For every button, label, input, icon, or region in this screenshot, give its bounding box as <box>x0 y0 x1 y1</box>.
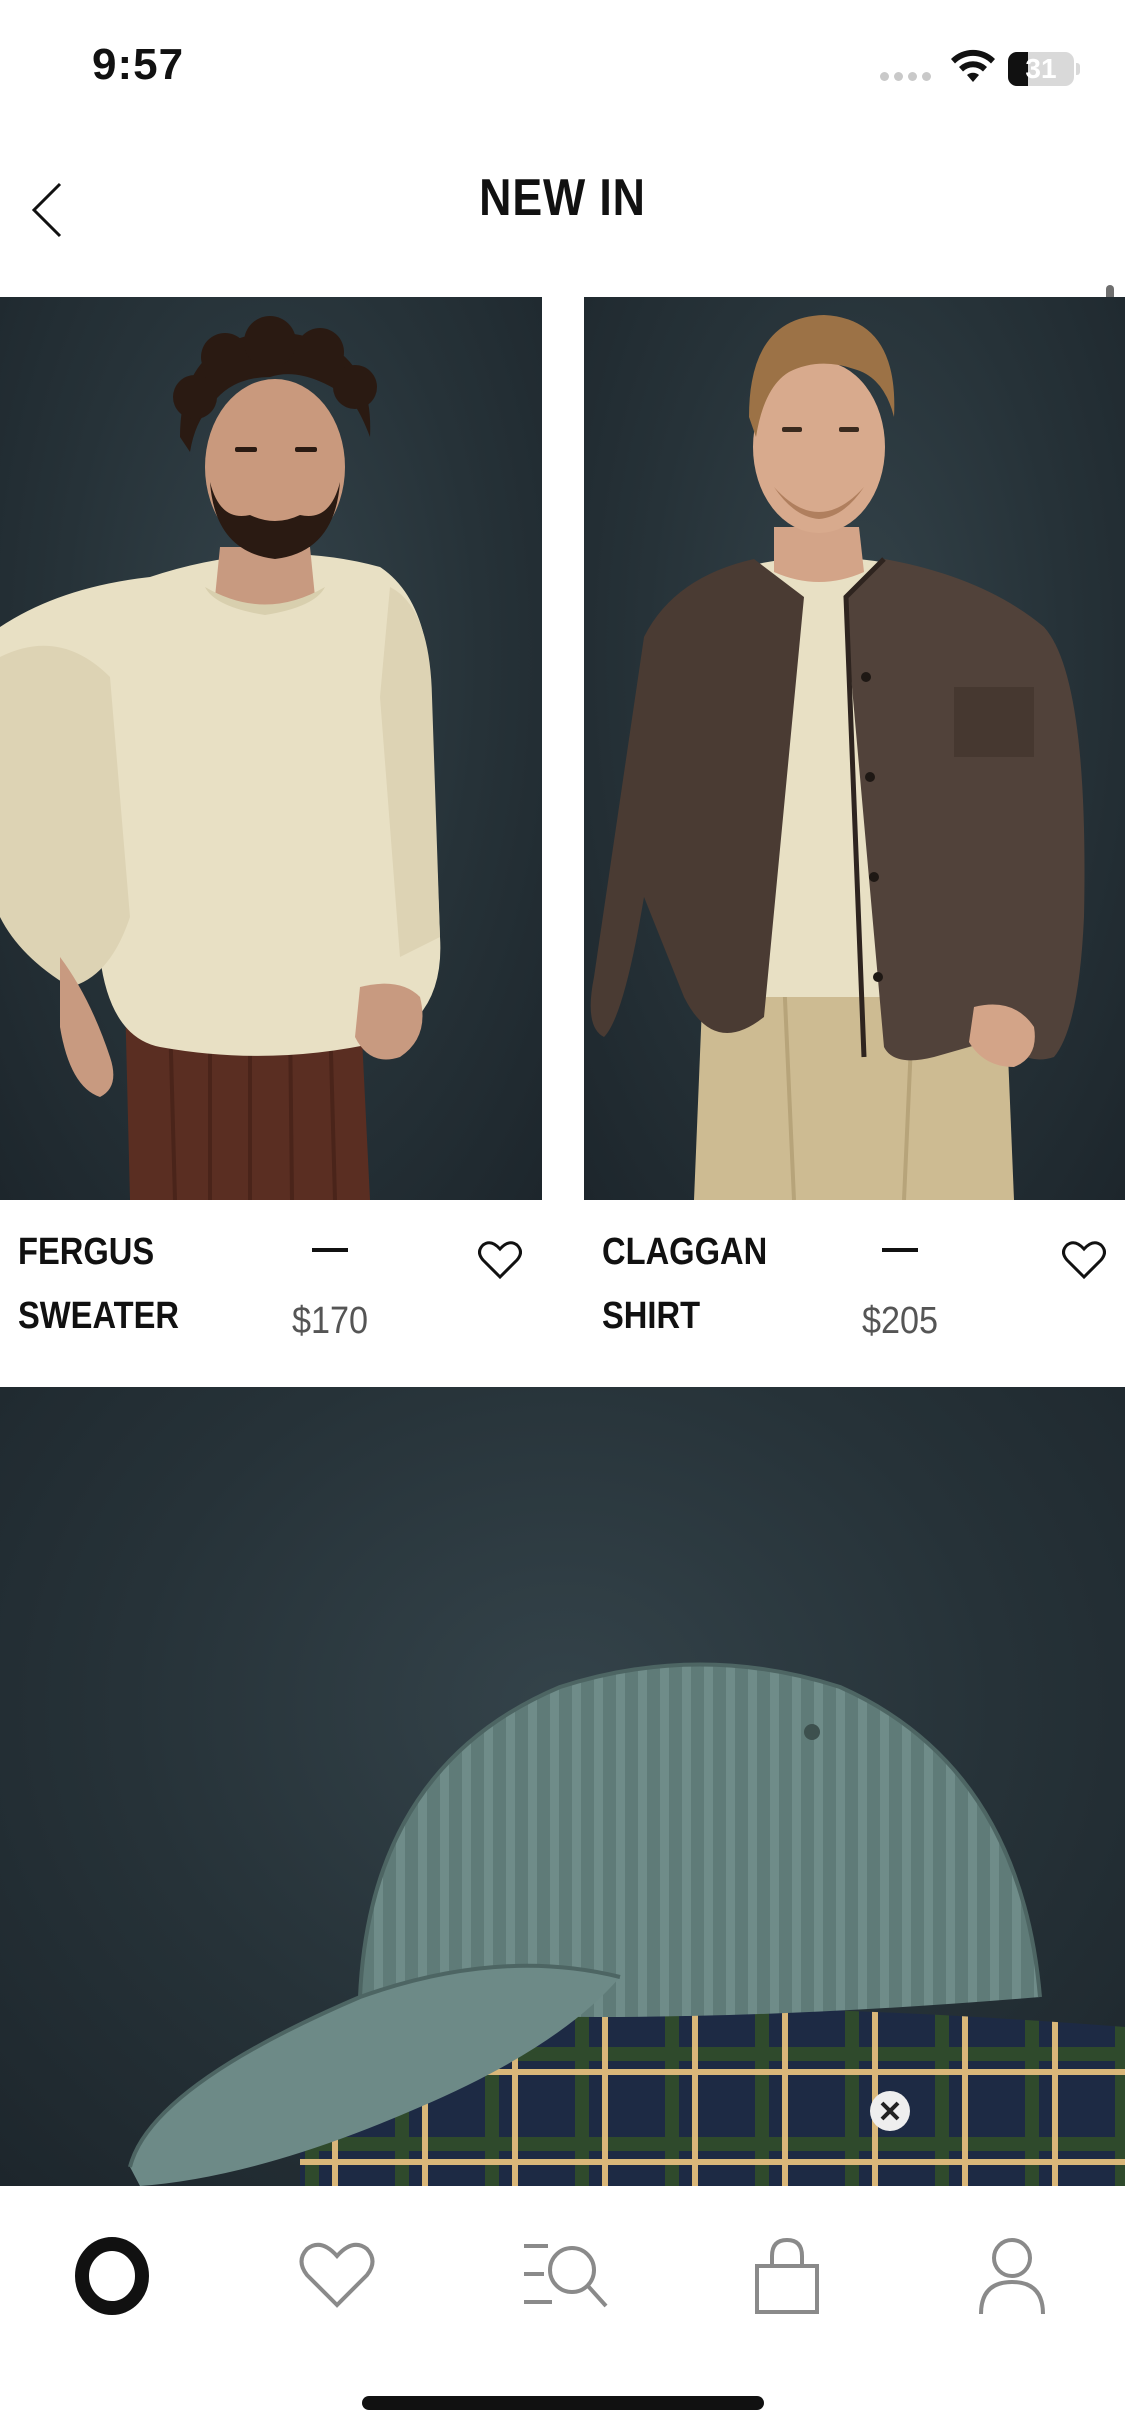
product-name[interactable]: FERGUS SWEATER <box>18 1220 242 1348</box>
heart-outline-icon <box>478 1241 522 1280</box>
wifi-icon <box>951 49 995 82</box>
heart-icon <box>299 2242 375 2308</box>
product-image-cap[interactable] <box>0 1387 1125 2186</box>
product-info-fergus[interactable]: FERGUS SWEATER $170 <box>0 1200 542 1385</box>
corduroy-cap-illustration <box>128 1662 1125 2186</box>
tab-favorites[interactable] <box>277 2226 397 2326</box>
signal-dots-icon <box>880 72 931 81</box>
home-indicator[interactable] <box>362 2396 764 2410</box>
favorite-button[interactable] <box>1062 1240 1110 1284</box>
heart-outline-icon <box>1062 1241 1106 1280</box>
model-shirt-illustration <box>590 315 1085 1200</box>
product-image-fergus[interactable] <box>0 297 542 1200</box>
header: NEW IN <box>0 140 1125 295</box>
back-button[interactable] <box>16 175 76 245</box>
price-separator <box>312 1248 348 1252</box>
product-price: $205 <box>862 1300 939 1342</box>
search-menu-icon <box>524 2244 608 2308</box>
battery-level: 31 <box>1025 53 1057 84</box>
chevron-left-icon <box>31 182 62 238</box>
tab-home[interactable] <box>52 2226 172 2326</box>
product-name[interactable]: CLAGGAN SHIRT <box>602 1220 826 1348</box>
status-time: 9:57 <box>92 40 185 89</box>
tab-bag[interactable] <box>727 2226 847 2326</box>
tab-search[interactable] <box>502 2226 622 2326</box>
tab-profile[interactable] <box>952 2226 1072 2326</box>
brand-logo-icon <box>75 2237 149 2315</box>
model-sweater-illustration <box>0 316 441 1200</box>
page-title: NEW IN <box>479 169 646 227</box>
shopping-bag-icon <box>755 2237 819 2314</box>
battery-icon: 31 <box>1008 52 1080 86</box>
product-image-claggan[interactable] <box>584 297 1125 1200</box>
product-price: $170 <box>292 1300 369 1342</box>
status-bar: 9:57 31 <box>0 0 1125 140</box>
price-separator <box>882 1248 918 1252</box>
product-info-claggan[interactable]: CLAGGAN SHIRT $205 <box>584 1200 1125 1385</box>
favorite-button[interactable] <box>478 1240 526 1284</box>
profile-icon <box>979 2238 1045 2315</box>
